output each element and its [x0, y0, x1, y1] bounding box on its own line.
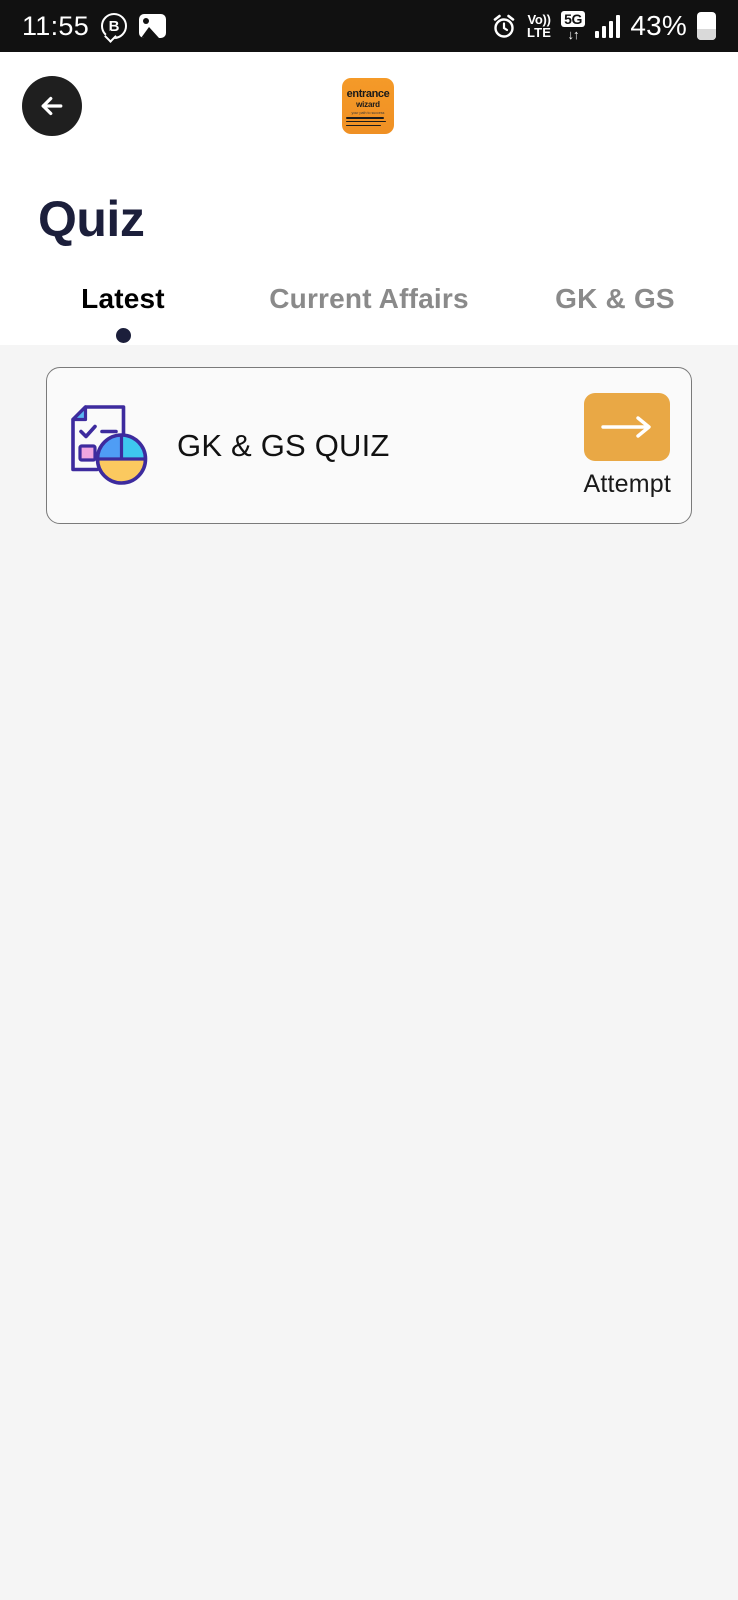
logo-pages	[346, 117, 390, 131]
attempt-action: Attempt	[583, 392, 671, 499]
alarm-icon	[491, 13, 517, 40]
tab-latest-label: Latest	[81, 283, 165, 314]
logo-line-3: your path to success	[351, 111, 385, 115]
tab-latest[interactable]: Latest	[0, 282, 246, 344]
volte-bottom-text: LTE	[526, 25, 552, 40]
status-time: 11:55	[22, 10, 90, 41]
logo-book-icon: entrance wizard your path to success	[342, 78, 394, 134]
back-button[interactable]	[22, 76, 82, 136]
app-header: entrance wizard your path to success Qui…	[0, 52, 738, 345]
top-bar: entrance wizard your path to success	[0, 76, 738, 158]
status-bar-right: Vo)) LTE 5G ↓↑ 43%	[491, 10, 716, 42]
status-bar: 11:55 B Vo)) LTE 5G ↓↑ 43%	[0, 0, 738, 52]
quiz-clipboard-chart-icon	[71, 404, 148, 485]
page-title: Quiz	[38, 191, 145, 247]
back-arrow-icon	[41, 96, 63, 116]
logo-line-1: entrance	[346, 88, 390, 100]
attempt-label: Attempt	[583, 469, 671, 498]
quiz-title: GK & GS QUIZ	[177, 427, 390, 463]
battery-percent: 43%	[630, 10, 687, 41]
gallery-icon	[139, 14, 167, 38]
network-label: 5G	[561, 11, 585, 27]
tab-gk-gs[interactable]: GK & GS	[492, 282, 738, 343]
tab-active-indicator	[115, 328, 131, 344]
tab-current-affairs-label: Current Affairs	[269, 283, 469, 314]
brand-logo: entrance wizard your path to success	[342, 78, 396, 140]
whatsapp-business-icon: B	[101, 13, 128, 39]
volte-icon: Vo)) LTE	[527, 13, 551, 39]
arrow-right-icon	[601, 415, 651, 438]
logo-line-2: wizard	[356, 100, 380, 109]
network-arrows: ↓↑	[567, 27, 580, 42]
status-bar-left: 11:55 B	[22, 10, 167, 42]
5g-icon: 5G ↓↑	[561, 11, 585, 41]
battery-icon	[697, 12, 716, 40]
attempt-button[interactable]	[584, 392, 671, 461]
tab-bar: Latest Current Affairs GK & GS	[0, 248, 738, 345]
tab-gk-gs-label: GK & GS	[555, 283, 675, 314]
quiz-list-container: GK & GS QUIZ Attempt	[0, 345, 738, 1600]
signal-bars-icon	[594, 14, 621, 38]
tab-current-affairs[interactable]: Current Affairs	[246, 282, 492, 343]
quiz-card[interactable]: GK & GS QUIZ Attempt	[46, 367, 692, 524]
